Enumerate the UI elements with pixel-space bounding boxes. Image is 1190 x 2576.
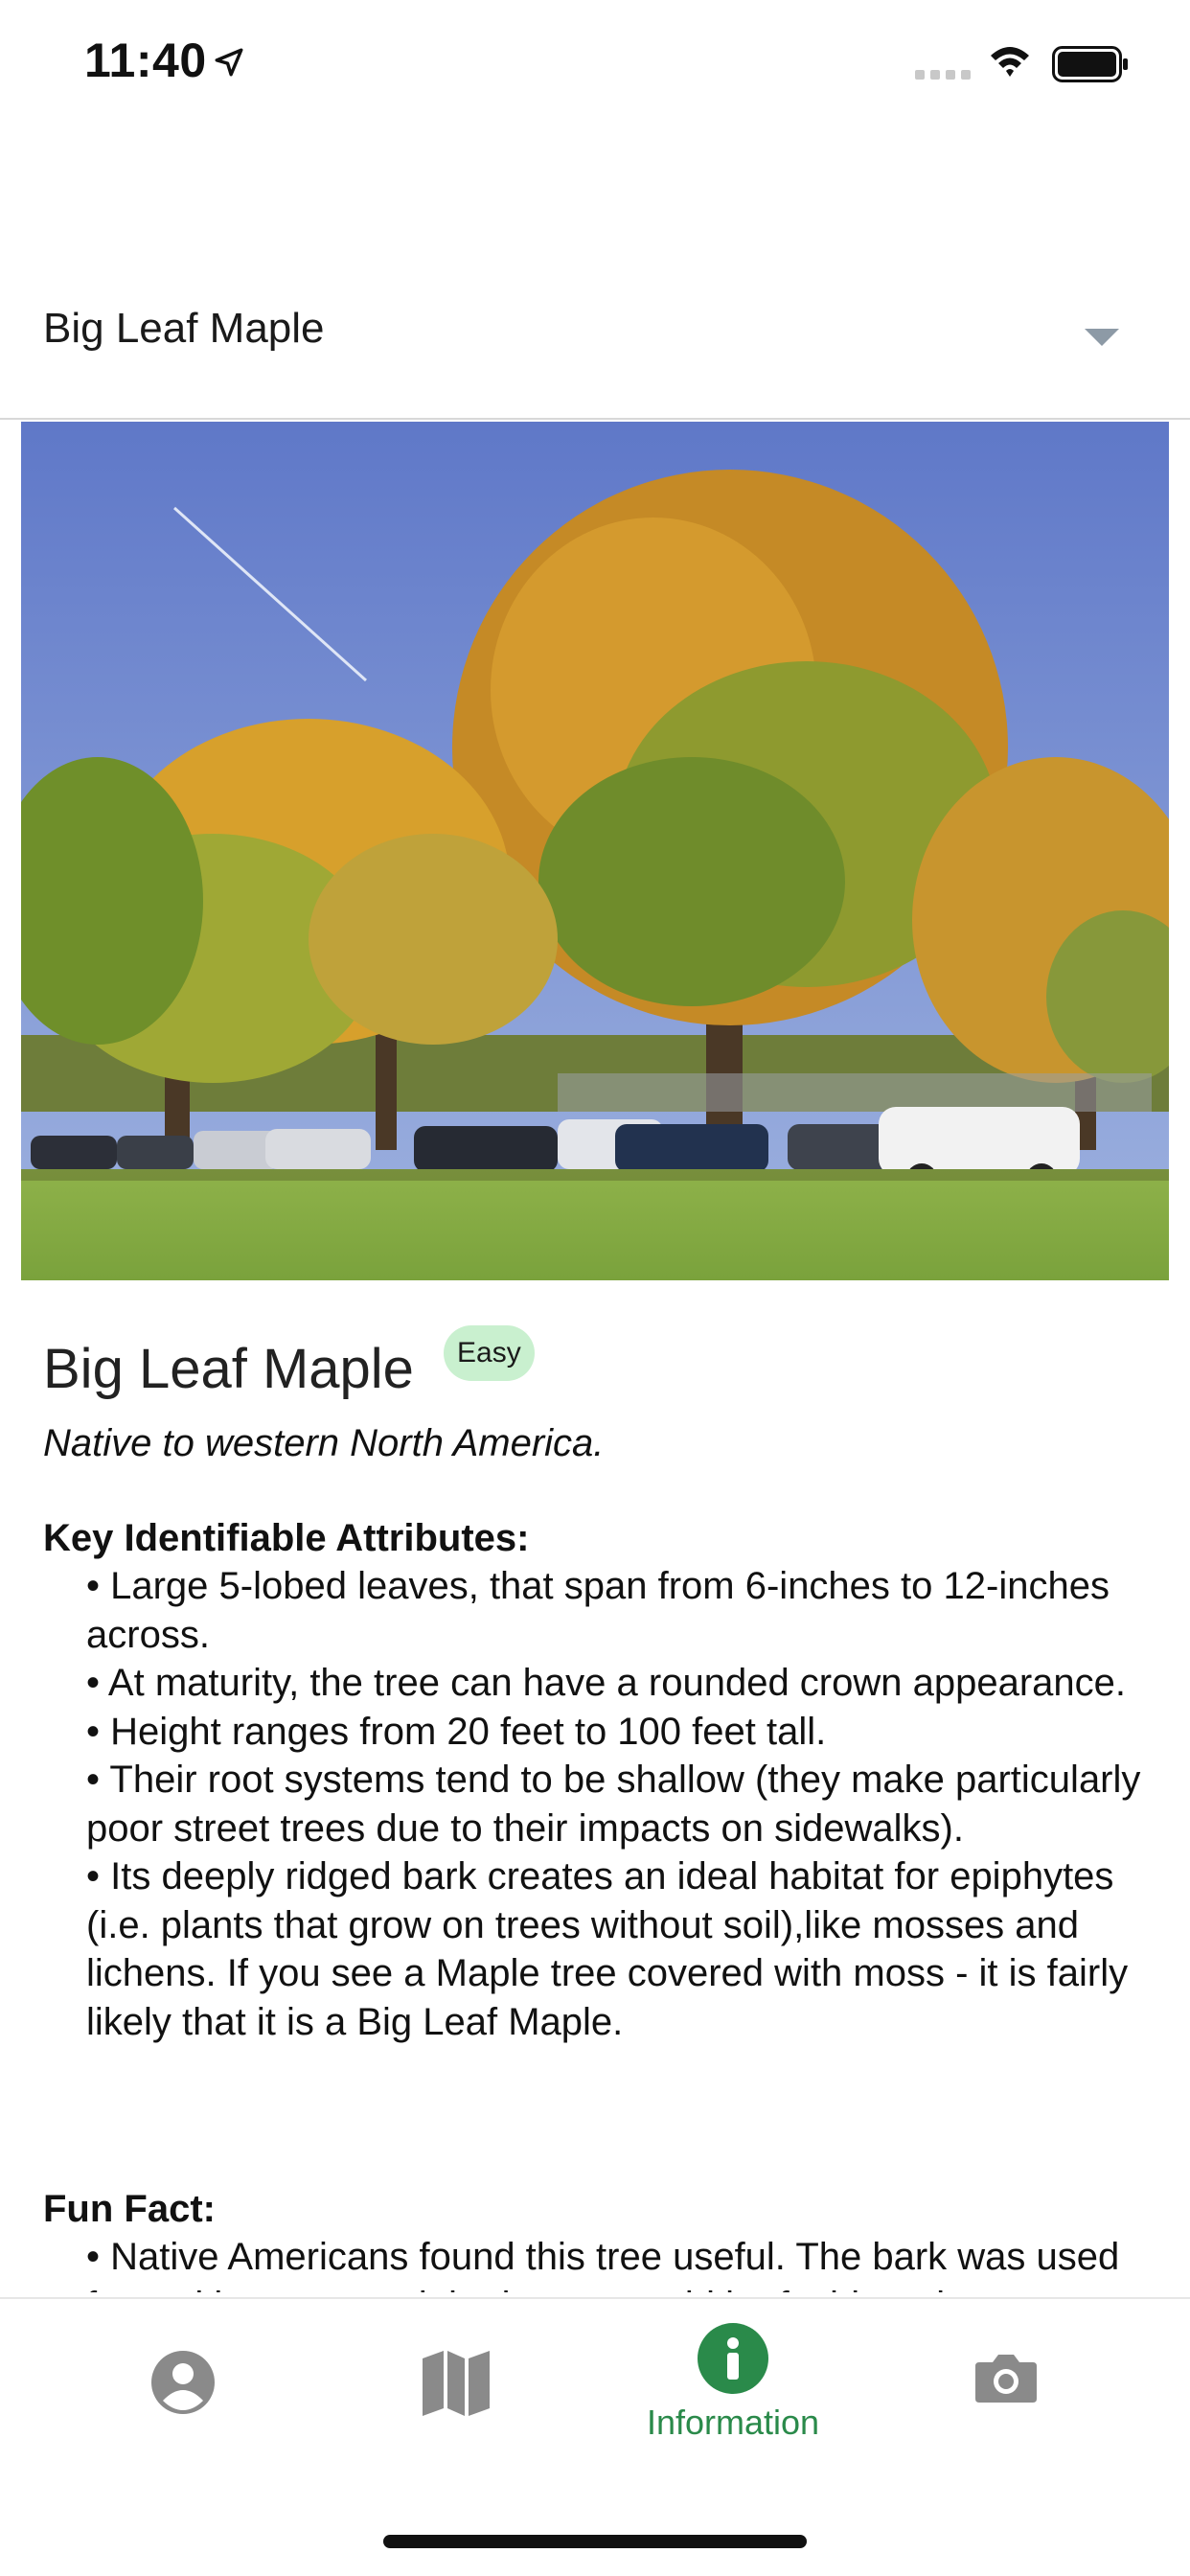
- battery-icon: [1052, 46, 1128, 82]
- status-bar: 11:40: [0, 0, 1190, 126]
- fun-fact-list: • Native Americans found this tree usefu…: [43, 2233, 1155, 2292]
- location-arrow-icon: [215, 48, 243, 77]
- list-item: • Its deeply ridged bark creates an idea…: [86, 1855, 1129, 2043]
- camera-icon: [975, 2355, 1037, 2403]
- chevron-down-icon[interactable]: [1083, 326, 1121, 349]
- home-indicator[interactable]: [383, 2535, 807, 2548]
- tab-information-label: Information: [646, 2403, 820, 2442]
- species-title-row: Big Leaf Maple Easy: [43, 1325, 535, 1414]
- key-attributes-heading: Key Identifiable Attributes:: [43, 1517, 530, 1559]
- list-item: • Large 5-lobed leaves, that span from 6…: [86, 1565, 1110, 1656]
- tab-profile[interactable]: [142, 2341, 224, 2495]
- person-icon: [151, 2351, 215, 2414]
- tab-information[interactable]: Information: [632, 2320, 834, 2473]
- status-time: 11:40: [84, 34, 207, 87]
- info-icon: [698, 2323, 768, 2394]
- fun-fact-heading: Fun Fact:: [43, 2188, 216, 2230]
- tab-map[interactable]: [415, 2341, 497, 2495]
- list-item: • Native Americans found this tree usefu…: [86, 2236, 1120, 2292]
- species-title: Big Leaf Maple: [43, 1338, 414, 1400]
- list-item: • At maturity, the tree can have a round…: [86, 1662, 1127, 1704]
- key-attributes-section: Key Identifiable Attributes: • Large 5-l…: [43, 1514, 1155, 2046]
- list-item: • Their root systems tend to be shallow …: [86, 1759, 1141, 1850]
- fun-fact-section: Fun Fact: • Native Americans found this …: [43, 2185, 1155, 2292]
- species-dropdown[interactable]: Big Leaf Maple: [0, 278, 1190, 420]
- difficulty-badge: Easy: [444, 1325, 535, 1381]
- signal-icon: [915, 70, 971, 80]
- list-item: • Height ranges from 20 feet to 100 feet…: [86, 1710, 827, 1753]
- tab-camera[interactable]: [972, 2349, 1041, 2502]
- species-photo: [21, 422, 1169, 1280]
- map-icon: [423, 2351, 490, 2416]
- wifi-icon: [991, 47, 1029, 77]
- dropdown-selected-label: Big Leaf Maple: [43, 305, 325, 352]
- key-attributes-list: • Large 5-lobed leaves, that span from 6…: [43, 1562, 1155, 2046]
- species-origin: Native to western North America.: [43, 1422, 605, 1464]
